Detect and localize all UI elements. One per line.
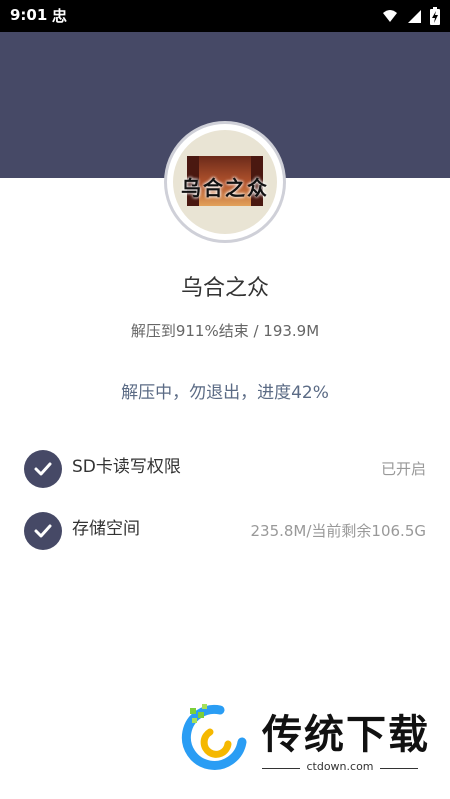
status-time: 9:01 (10, 6, 48, 24)
status-icons (382, 7, 440, 25)
watermark: 传统下载 ctdown.com (180, 700, 430, 780)
notification-app-icon: 忠 (52, 7, 68, 25)
ctdown-logo-icon (181, 704, 247, 770)
check-icon (24, 512, 62, 550)
app-avatar-frame: 乌合之众 (167, 124, 283, 240)
watermark-site: ctdown.com (306, 760, 374, 773)
status-bar: 9:01 忠 (0, 0, 450, 32)
watermark-divider (262, 768, 300, 769)
extract-info: 解压到911%结束 / 193.9M (130, 322, 320, 340)
permission-row-storage: 存储空间 235.8M/当前剩余106.5G (24, 510, 426, 550)
watermark-divider (380, 768, 418, 769)
progress-text: 解压中，勿退出，进度42% (121, 383, 329, 403)
permission-label: 存储空间 (72, 519, 140, 539)
permission-row-sd-card: SD卡读写权限 已开启 (24, 448, 426, 488)
signal-icon (383, 10, 397, 22)
avatar-title-text: 乌合之众 (181, 176, 269, 200)
permission-label: SD卡读写权限 (72, 457, 181, 477)
app-avatar: 乌合之众 (173, 130, 277, 234)
watermark-brand: 传统下载 (262, 712, 430, 758)
permission-status: 已开启 (380, 460, 426, 478)
app-name: 乌合之众 (180, 276, 269, 301)
battery-icon (430, 7, 440, 25)
check-icon (24, 450, 62, 488)
storage-status: 235.8M/当前剩余106.5G (250, 522, 426, 540)
cellular-icon (408, 10, 421, 23)
